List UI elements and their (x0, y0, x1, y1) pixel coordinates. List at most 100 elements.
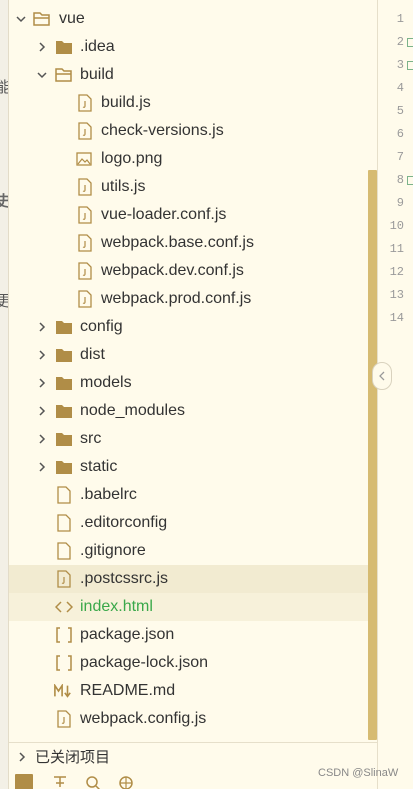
tree-folder[interactable]: config (9, 313, 368, 341)
tree-scrollbar[interactable] (368, 170, 377, 740)
tree-file[interactable]: utils.js (9, 173, 368, 201)
line-number: 10 (389, 219, 404, 233)
line-number: 11 (389, 242, 404, 256)
tree-file[interactable]: vue-loader.conf.js (9, 201, 368, 229)
search-icon[interactable] (84, 774, 102, 789)
line-number: 4 (396, 81, 404, 95)
tree-item-label: webpack.config.js (80, 710, 207, 727)
js-file-icon (76, 290, 94, 308)
tree-file[interactable]: webpack.prod.conf.js (9, 285, 368, 313)
tree-item-label: .idea (80, 38, 115, 55)
line-number: 13 (389, 288, 404, 302)
file-icon (55, 486, 73, 504)
tree-file[interactable]: webpack.base.conf.js (9, 229, 368, 257)
tree-item-label: vue (59, 10, 85, 27)
line-number: 6 (396, 127, 404, 141)
left-edge-text: 能 (0, 76, 8, 97)
chevron-right-icon[interactable] (36, 433, 48, 445)
structure-icon[interactable] (51, 774, 69, 789)
tree-item-label: static (80, 458, 118, 475)
chevron-left-icon (379, 371, 385, 381)
tree-file[interactable]: .gitignore (9, 537, 368, 565)
file-icon (55, 542, 73, 560)
js-file-icon (55, 710, 73, 728)
tree-folder-build[interactable]: build (9, 61, 368, 89)
line-number: 12 (389, 265, 404, 279)
line-number: 5 (396, 104, 404, 118)
tree-item-label: .gitignore (80, 542, 146, 559)
folder-open-icon (33, 10, 51, 28)
tree-file[interactable]: package.json (9, 621, 368, 649)
plugin-icon[interactable] (117, 774, 135, 789)
tree-item-label: .babelrc (80, 486, 137, 503)
line-number: 3 (396, 58, 404, 72)
tree-folder[interactable]: dist (9, 341, 368, 369)
fold-marker-icon[interactable] (407, 38, 413, 47)
tree-item-label: check-versions.js (101, 122, 224, 139)
tree-file[interactable]: webpack.config.js (9, 705, 368, 733)
line-number: 9 (396, 196, 404, 210)
line-number: 14 (389, 311, 404, 325)
editor-line-gutter: 1 2 3 4 5 6 7 8 9 10 11 12 13 14 (378, 0, 413, 789)
tree-item-label: webpack.dev.conf.js (101, 262, 244, 279)
tree-item-label: webpack.prod.conf.js (101, 290, 252, 307)
tree-file[interactable]: package-lock.json (9, 649, 368, 677)
tree-file[interactable]: index.html (9, 593, 368, 621)
js-file-icon (55, 570, 73, 588)
watermark: CSDN @SlinaW (318, 767, 399, 779)
line-number: 2 (396, 35, 404, 49)
file-tree: vue .idea build build.js check-versions.… (9, 5, 368, 733)
folder-icon (55, 38, 73, 56)
closed-projects-section[interactable]: 已关闭项目 (9, 742, 377, 770)
collapse-panel-button[interactable] (372, 362, 392, 390)
tree-item-label: src (80, 430, 102, 447)
fold-marker-icon[interactable] (407, 61, 413, 70)
closed-projects-label: 已关闭项目 (35, 749, 111, 766)
chevron-right-icon[interactable] (36, 461, 48, 473)
left-panel-edge: 能 更 史 (0, 0, 9, 789)
chevron-down-icon[interactable] (15, 13, 27, 25)
tree-file[interactable]: build.js (9, 89, 368, 117)
tree-file-selected[interactable]: .postcssrc.js (9, 565, 368, 593)
tree-folder[interactable]: .idea (9, 33, 368, 61)
chevron-right-icon[interactable] (36, 41, 48, 53)
tree-item-label: models (80, 374, 132, 391)
tree-item-label: vue-loader.conf.js (101, 206, 227, 223)
js-file-icon (76, 122, 94, 140)
chevron-right-icon[interactable] (36, 377, 48, 389)
js-file-icon (76, 206, 94, 224)
tree-folder[interactable]: static (9, 453, 368, 481)
tree-file[interactable]: .editorconfig (9, 509, 368, 537)
fold-marker-icon[interactable] (407, 176, 413, 185)
tree-folder[interactable]: node_modules (9, 397, 368, 425)
chevron-right-icon[interactable] (36, 321, 48, 333)
project-explorer-icon[interactable] (15, 774, 33, 789)
chevron-right-icon[interactable] (36, 405, 48, 417)
tree-item-label: build (80, 66, 114, 83)
tree-item-label: README.md (80, 682, 176, 699)
tree-file[interactable]: logo.png (9, 145, 368, 173)
chevron-down-icon[interactable] (36, 69, 48, 81)
js-file-icon (76, 262, 94, 280)
tree-file[interactable]: webpack.dev.conf.js (9, 257, 368, 285)
tree-item-label: .postcssrc.js (80, 570, 169, 587)
left-edge-text: 更 (0, 290, 8, 311)
html-file-icon (55, 598, 73, 616)
tree-item-label: logo.png (101, 150, 163, 167)
tree-folder[interactable]: models (9, 369, 368, 397)
js-file-icon (76, 178, 94, 196)
tree-item-label: dist (80, 346, 105, 363)
chevron-right-icon[interactable] (36, 349, 48, 361)
left-edge-text: 史 (0, 190, 8, 211)
folder-icon (55, 346, 73, 364)
tree-folder-vue[interactable]: vue (9, 5, 368, 33)
chevron-right-icon[interactable] (16, 751, 28, 763)
tree-folder[interactable]: src (9, 425, 368, 453)
tree-file[interactable]: check-versions.js (9, 117, 368, 145)
tree-file[interactable]: .babelrc (9, 481, 368, 509)
tree-item-label: utils.js (101, 178, 146, 195)
line-number: 8 (396, 173, 404, 187)
tree-file[interactable]: README.md (9, 677, 368, 705)
tree-item-label: webpack.base.conf.js (101, 234, 254, 251)
tree-item-label: build.js (101, 94, 151, 111)
